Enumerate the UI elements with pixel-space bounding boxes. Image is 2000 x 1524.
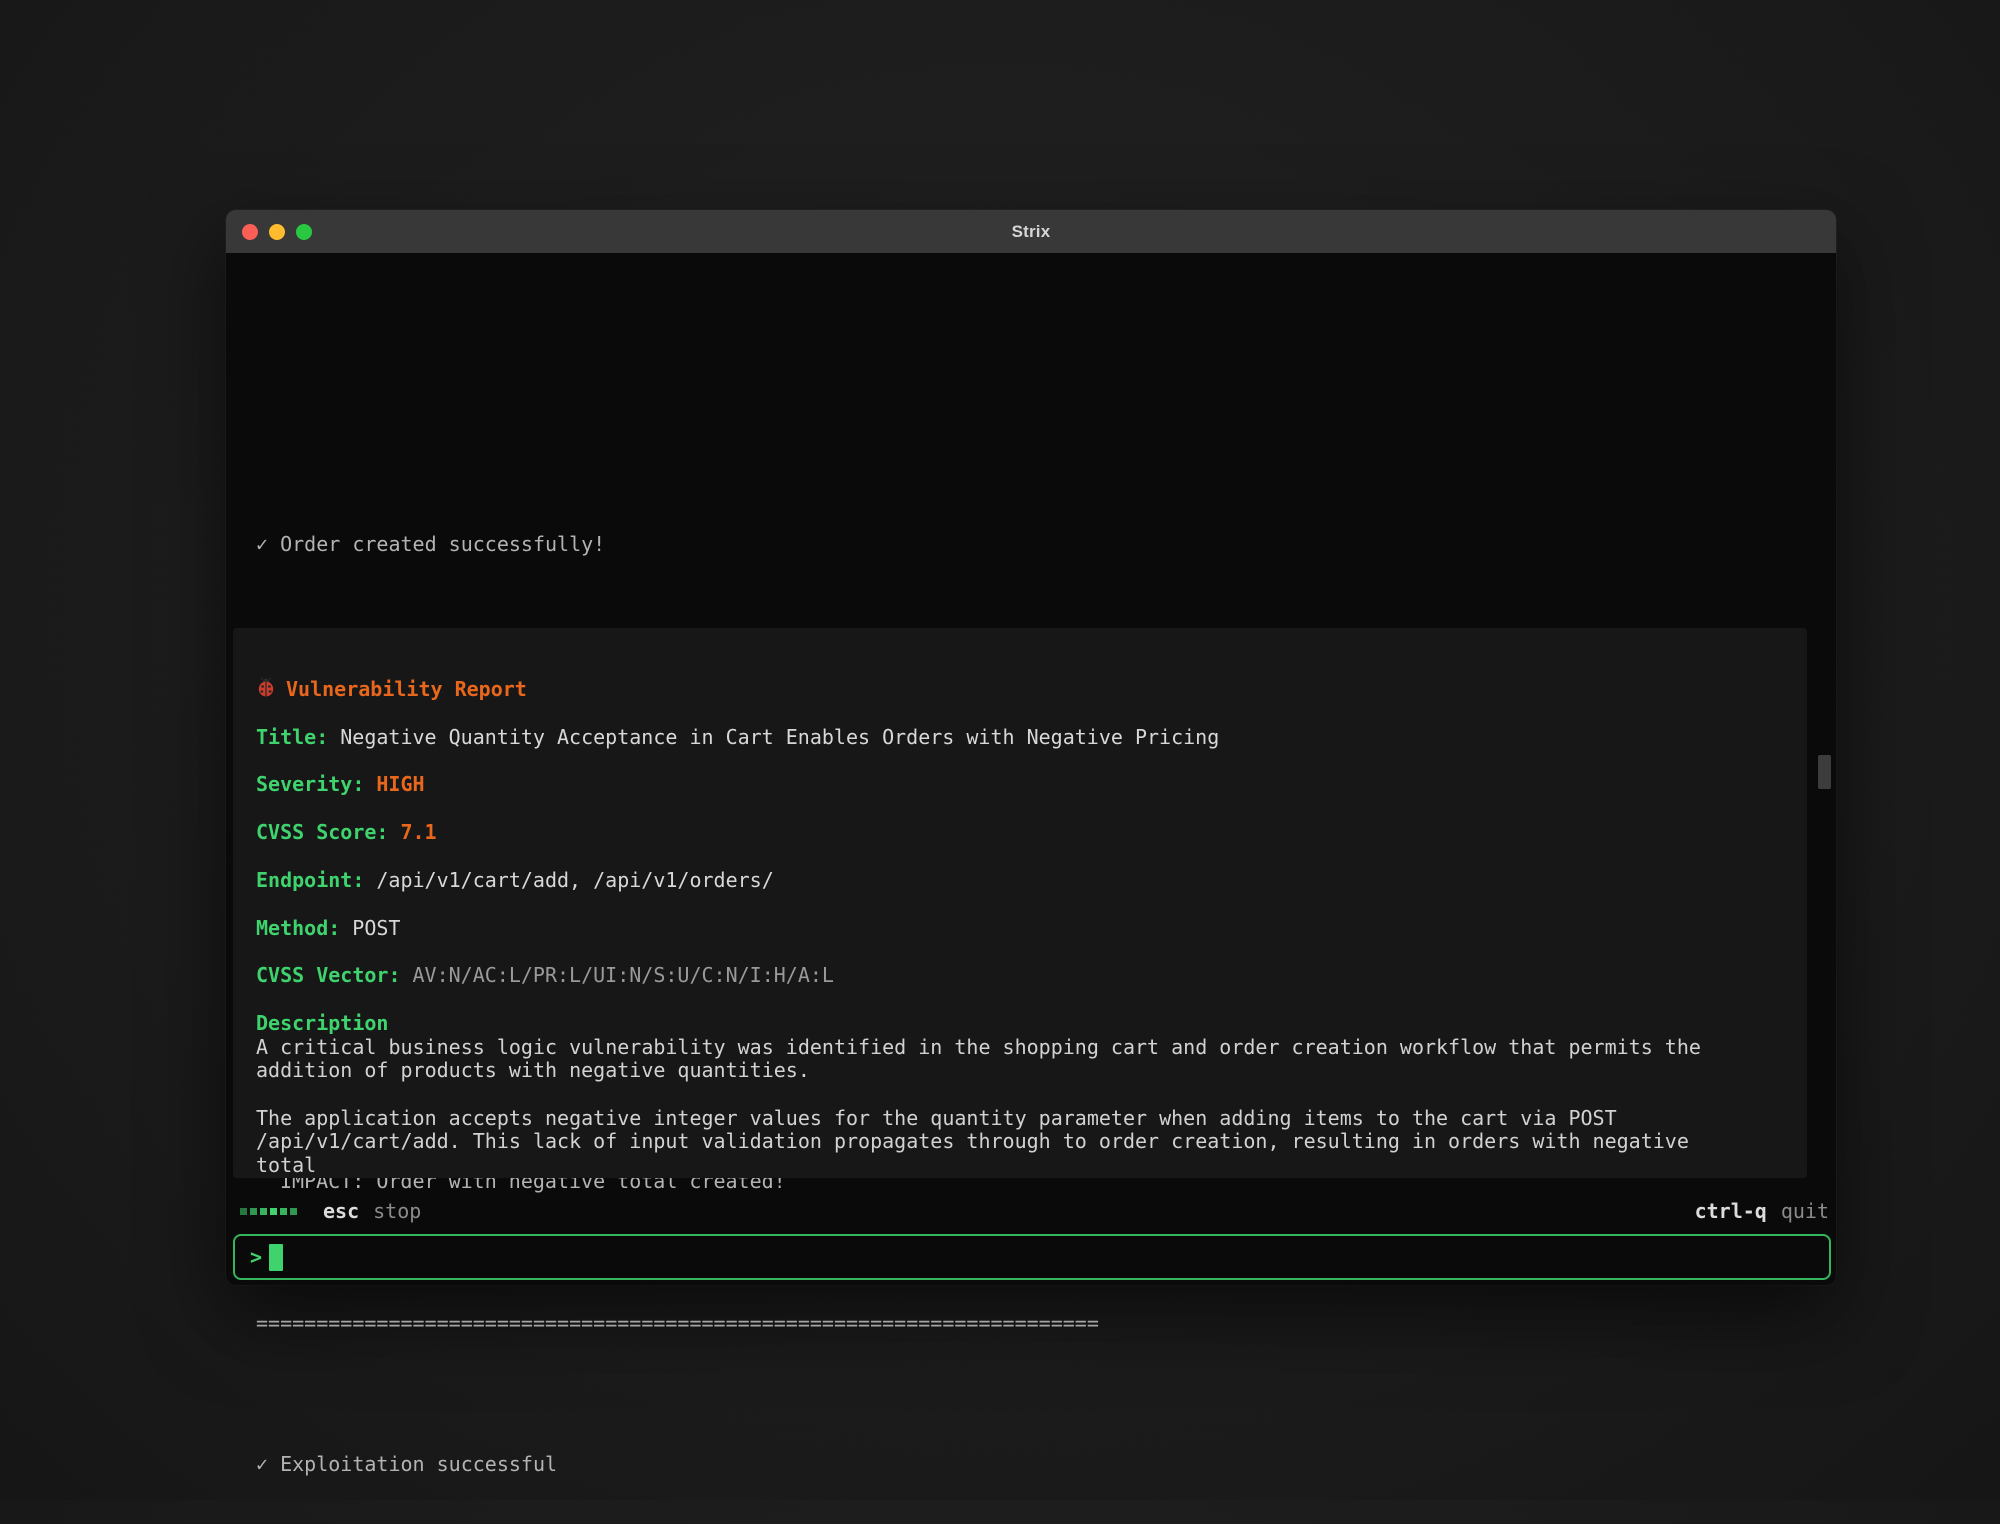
separator-line: ========================================…: [256, 1312, 1806, 1336]
field-label: CVSS Vector:: [256, 963, 401, 987]
field-label: CVSS Score:: [256, 820, 388, 844]
quit-hint-group: ctrl-q quit: [1695, 1199, 1829, 1223]
description-paragraph-1: A critical business logic vulnerability …: [256, 1036, 1747, 1083]
cvss-score-value: 7.1: [400, 820, 436, 844]
esc-key-hint[interactable]: esc: [323, 1199, 359, 1223]
order-success-line: ✓ Order created successfully!: [256, 533, 1806, 557]
titlebar[interactable]: Strix: [226, 210, 1836, 253]
scrollbar-thumb[interactable]: [1818, 755, 1831, 789]
description-heading: Description: [256, 1012, 1747, 1036]
report-field-cvss-vector: CVSS Vector: AV:N/AC:L/PR:L/UI:N/S:U/C:N/…: [256, 964, 1747, 988]
activity-spinner-icon: [240, 1208, 297, 1215]
report-field-severity: Severity: HIGH: [256, 773, 1747, 797]
report-field-method: Method: POST: [256, 917, 1747, 941]
report-field-title: Title: Negative Quantity Acceptance in Ca…: [256, 726, 1747, 750]
ctrl-q-key-hint[interactable]: ctrl-q: [1695, 1199, 1767, 1223]
report-field-endpoint: Endpoint: /api/v1/cart/add, /api/v1/order…: [256, 869, 1747, 893]
report-header: Vulnerability Report: [256, 677, 1747, 703]
text-cursor: [269, 1244, 283, 1271]
vulnerability-report-panel: Vulnerability Report Title: Negative Quan…: [233, 628, 1807, 1178]
esc-action-label: stop: [373, 1199, 421, 1223]
prompt-icon: >: [250, 1245, 262, 1269]
command-input[interactable]: >: [233, 1234, 1831, 1280]
minimize-window-button[interactable]: [269, 224, 285, 240]
app-window: Strix ✓ Order created successfully! ====…: [226, 210, 1836, 1285]
field-value: Negative Quantity Acceptance in Cart Ena…: [340, 725, 1219, 749]
status-bar: esc stop ctrl-q quit: [233, 1198, 1829, 1224]
zoom-window-button[interactable]: [296, 224, 312, 240]
cvss-vector-value: AV:N/AC:L/PR:L/UI:N/S:U/C:N/I:H/A:L: [413, 963, 834, 987]
quit-action-label: quit: [1781, 1199, 1829, 1223]
severity-badge: HIGH: [376, 772, 424, 796]
field-value: /api/v1/cart/add, /api/v1/orders/: [376, 868, 773, 892]
field-label: Method:: [256, 916, 340, 940]
field-value: POST: [352, 916, 400, 940]
exploitation-success-line: ✓ Exploitation successful: [256, 1453, 1806, 1477]
field-label: Severity:: [256, 772, 364, 796]
description-paragraph-2: The application accepts negative integer…: [256, 1107, 1747, 1178]
report-title: Vulnerability Report: [286, 678, 527, 702]
bug-icon: [256, 677, 276, 703]
window-title: Strix: [1012, 222, 1051, 242]
report-field-cvss-score: CVSS Score: 7.1: [256, 821, 1747, 845]
close-window-button[interactable]: [242, 224, 258, 240]
field-label: Title:: [256, 725, 328, 749]
field-label: Endpoint:: [256, 868, 364, 892]
traffic-lights: [242, 210, 312, 253]
